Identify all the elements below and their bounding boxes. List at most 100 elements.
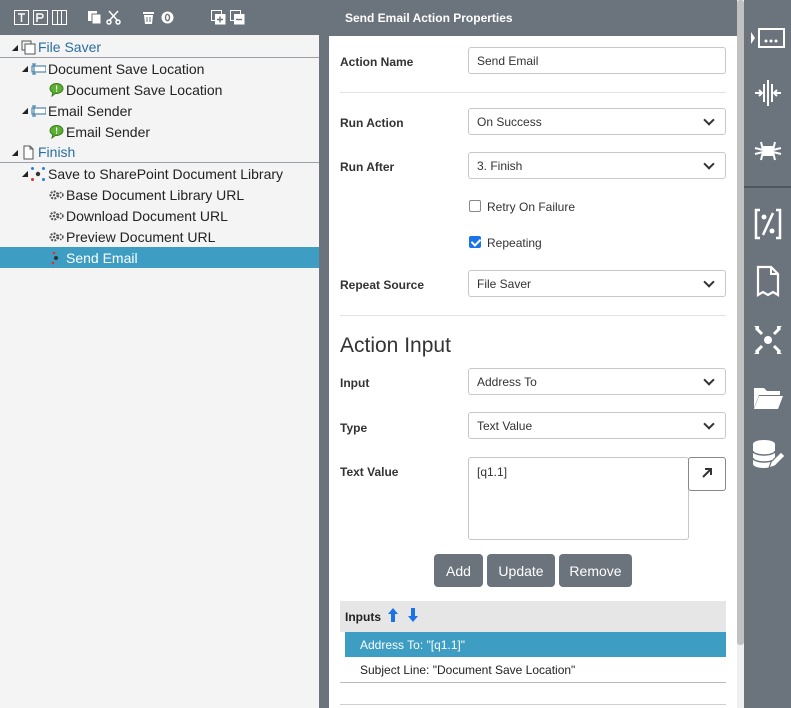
arrow-up-right-icon [701, 467, 713, 482]
textbox-field-icon[interactable] [744, 20, 791, 56]
repeat-source-select[interactable]: File Saver [468, 270, 726, 297]
tree-node-email-sender-prompt[interactable]: Email Sender [0, 121, 319, 142]
outline-toolbar [0, 0, 319, 35]
action-name-value: Send Email [477, 53, 539, 68]
chevron-down-icon [703, 276, 715, 288]
run-after-select[interactable]: 3. Finish [468, 152, 726, 179]
field-icon [30, 103, 46, 119]
expand-triangle-icon[interactable]: ◢ [20, 106, 30, 115]
connect-icon[interactable] [744, 322, 791, 358]
expand-editor-button[interactable] [688, 457, 726, 491]
input-list-item[interactable]: Subject Line: "Document Save Location" [345, 657, 726, 682]
chevron-down-icon [703, 418, 715, 430]
repeat-source-value: File Saver [477, 276, 532, 291]
tree-node-preview-document-url[interactable]: Preview Document URL [0, 226, 319, 247]
tree-node-label: Finish [38, 144, 76, 160]
tree-node-base-document-library-url[interactable]: Base Document Library URL [0, 184, 319, 205]
text-value-label: Text Value [340, 465, 399, 479]
comment-icon [48, 124, 64, 140]
add-button[interactable]: Add [434, 554, 483, 587]
retry-on-failure-checkbox[interactable] [469, 200, 481, 212]
text-icon[interactable] [14, 10, 29, 25]
inputs-header-label: Inputs [345, 609, 381, 624]
inputs-list: Inputs Address To: "[q1.1]" Subject Line… [340, 601, 726, 683]
gears-icon [48, 208, 64, 224]
chevron-down-icon [703, 374, 715, 386]
divider [340, 315, 726, 316]
field-icon [30, 61, 46, 77]
retry-on-failure-label: Retry On Failure [487, 200, 576, 214]
delete-icon[interactable] [141, 10, 156, 25]
pane-splitter[interactable] [319, 0, 329, 708]
tree-node-label: File Saver [38, 39, 102, 55]
tree-node-download-document-url[interactable]: Download Document URL [0, 205, 319, 226]
tree-node-send-email[interactable]: Send Email [0, 247, 319, 268]
expand-triangle-icon[interactable]: ◢ [10, 43, 20, 52]
chevron-down-icon [703, 158, 715, 170]
repeating-checkbox[interactable] [469, 236, 481, 248]
scrollbar-thumb[interactable] [737, 0, 744, 645]
type-label: Type [340, 421, 368, 435]
tree-node-finish[interactable]: ◢ Finish [0, 142, 319, 163]
run-after-label: Run After [340, 160, 395, 174]
expand-triangle-icon[interactable]: ◢ [20, 64, 30, 73]
divider [340, 704, 726, 705]
input-list-item[interactable]: Address To: "[q1.1]" [345, 632, 726, 657]
divider [340, 92, 726, 93]
clear-icon[interactable] [160, 10, 175, 25]
comment-icon [48, 82, 64, 98]
tree-node-save-to-sharepoint[interactable]: ◢ Save to SharePoint Document Library [0, 163, 319, 184]
properties-header: Send Email Action Properties [329, 0, 737, 36]
merge-icon[interactable] [744, 134, 791, 168]
remove-button[interactable]: Remove [559, 554, 632, 587]
expand-triangle-icon[interactable]: ◢ [10, 148, 20, 157]
form-icon [20, 39, 36, 55]
run-action-label: Run Action [340, 116, 404, 130]
move-down-icon[interactable] [407, 607, 419, 626]
collapse-all-icon[interactable] [230, 10, 245, 25]
tree-node-label: Base Document Library URL [66, 186, 245, 203]
repeat-source-label: Repeat Source [340, 278, 425, 292]
tree-node-label: Preview Document URL [66, 228, 216, 245]
textbox-icon[interactable] [33, 10, 48, 25]
tree-node-label: Save to SharePoint Document Library [48, 165, 284, 182]
type-select[interactable]: Text Value [468, 412, 726, 439]
move-up-icon[interactable] [387, 607, 399, 626]
tree-node-email-sender[interactable]: ◢ Email Sender [0, 100, 319, 121]
input-value: Address To [477, 374, 537, 389]
expand-all-icon[interactable] [211, 10, 226, 25]
tree-node-label: Email Sender [48, 102, 133, 119]
tree-node-label: Email Sender [66, 123, 151, 140]
document-icon[interactable] [744, 264, 791, 300]
tree-node-document-save-location[interactable]: ◢ Document Save Location [0, 58, 319, 79]
input-select[interactable]: Address To [468, 368, 726, 395]
tree-node-document-save-location-prompt[interactable]: Document Save Location [0, 79, 319, 100]
cut-icon[interactable] [106, 10, 121, 25]
properties-scrollbar[interactable] [737, 0, 744, 708]
action-name-input[interactable]: Send Email [468, 47, 726, 74]
action-icon [48, 250, 64, 266]
outline-tree: ◢ File Saver ◢ Document Save Location Do… [0, 35, 319, 268]
action-icon [30, 166, 46, 182]
database-icon[interactable] [744, 436, 791, 474]
gears-icon [48, 229, 64, 245]
expand-triangle-icon[interactable]: ◢ [20, 169, 30, 178]
split-icon[interactable] [744, 76, 791, 110]
calculation-icon[interactable] [744, 206, 791, 242]
input-label: Input [340, 376, 370, 390]
tree-node-label: Document Save Location [48, 60, 205, 77]
outline-pane: ◢ File Saver ◢ Document Save Location Do… [0, 0, 319, 708]
tree-node-label: Send Email [66, 249, 138, 266]
tree-node-file-saver[interactable]: ◢ File Saver [0, 37, 319, 58]
run-after-value: 3. Finish [477, 158, 523, 173]
copy-icon[interactable] [87, 10, 102, 25]
tree-node-label: Download Document URL [66, 207, 228, 224]
update-button[interactable]: Update [487, 554, 555, 587]
text-value-textarea[interactable]: [q1.1] [468, 457, 689, 540]
columns-icon[interactable] [52, 10, 67, 25]
action-input-title: Action Input [340, 334, 451, 357]
folder-icon[interactable] [744, 380, 791, 416]
gears-icon [48, 187, 64, 203]
run-action-select[interactable]: On Success [468, 108, 726, 135]
type-value: Text Value [477, 418, 533, 433]
